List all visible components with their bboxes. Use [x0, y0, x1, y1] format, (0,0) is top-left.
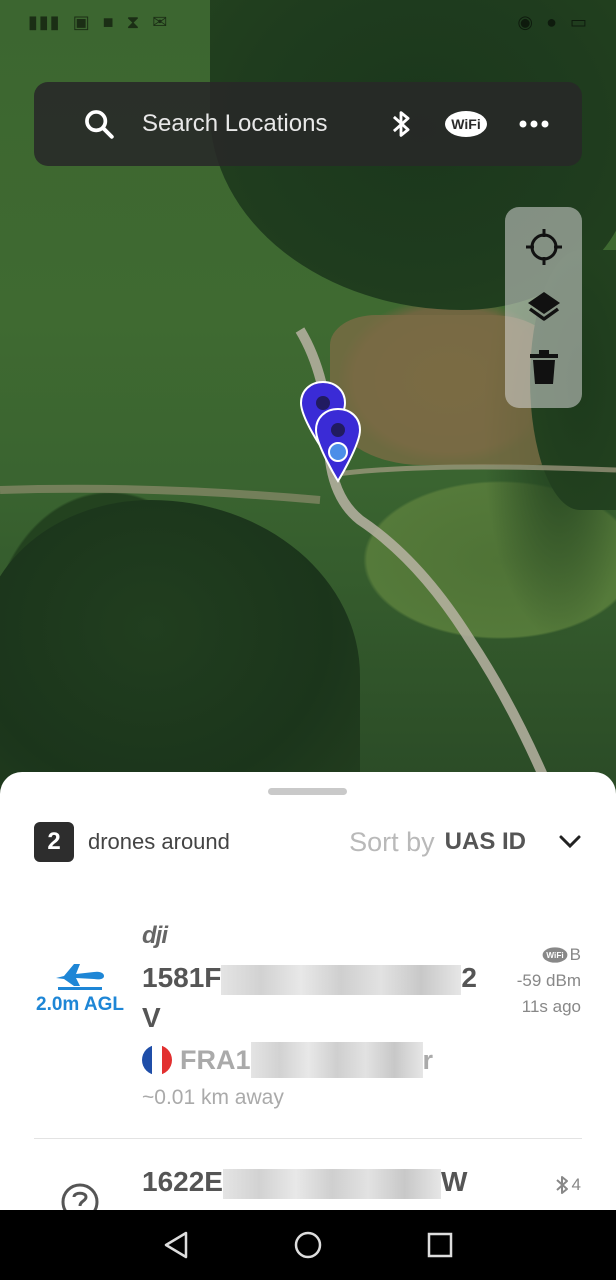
- svg-text:WiFi: WiFi: [451, 116, 480, 132]
- app-icon: ▣: [72, 11, 91, 32]
- battery-icon: ▭: [569, 11, 588, 32]
- brand-logo: dji: [142, 922, 168, 949]
- operator-id: FRA1 r: [142, 1042, 433, 1078]
- drone-count-label: drones around: [88, 829, 230, 854]
- distance-text: ~0.01 km away: [142, 1086, 284, 1109]
- svg-text:WiFi: WiFi: [546, 951, 563, 960]
- redacted-text: [221, 964, 462, 995]
- uas-id: 1581F 2 V: [142, 962, 477, 1033]
- airplane-icon: [56, 964, 104, 990]
- search-bar[interactable]: Search Locations WiFi: [34, 82, 582, 166]
- location-icon: ●: [546, 11, 558, 32]
- system-icons: ◉ ● ▭: [517, 12, 588, 33]
- user-location-dot: [328, 442, 348, 462]
- last-seen: 11s ago: [521, 997, 581, 1016]
- flight-status: 2.0m AGL: [30, 960, 130, 1016]
- hourglass-icon: ⧗: [126, 11, 141, 32]
- notification-icons: ▮▮▮ ▣ ■ ⧗ ✉: [28, 12, 168, 33]
- france-flag-icon: [142, 1045, 172, 1075]
- flight-status: [30, 1182, 130, 1212]
- bluetooth-icon: [555, 1176, 568, 1194]
- wifi-icon: WiFi: [542, 947, 568, 963]
- drone-list-item[interactable]: dji 2.0m AGL 1581F 2 V FRA1 r ~0.01 km aw…: [0, 922, 616, 1137]
- rssi-value: -59 dBm: [516, 971, 581, 990]
- wifi-icon[interactable]: WiFi: [444, 109, 488, 139]
- signal-info: 4: [554, 1172, 581, 1198]
- recents-icon[interactable]: [420, 1225, 460, 1265]
- trash-icon[interactable]: [522, 346, 566, 390]
- drone-list-item[interactable]: 1622E W 4: [0, 1160, 616, 1212]
- navigation-bar: [0, 1210, 616, 1280]
- uas-id: 1622E W: [142, 1166, 468, 1199]
- search-icon[interactable]: [82, 107, 116, 141]
- sort-value[interactable]: UAS ID: [445, 828, 526, 856]
- status-bar: ▮▮▮ ▣ ■ ⧗ ✉ ◉ ● ▭: [0, 0, 616, 44]
- redacted-text: [250, 1042, 423, 1078]
- signal-icon: ▮▮▮: [28, 11, 61, 32]
- mail-icon: ✉: [152, 11, 169, 32]
- home-icon[interactable]: [288, 1225, 328, 1265]
- map-controls: [505, 207, 582, 408]
- question-icon: [61, 1183, 99, 1212]
- drone-list-sheet[interactable]: 2 drones around Sort by UAS ID dji 2.0m …: [0, 772, 616, 1212]
- list-header: 2 drones around Sort by UAS ID: [34, 822, 582, 862]
- drone-count-badge: 2: [34, 822, 74, 862]
- redacted-text: [222, 1168, 441, 1199]
- locate-me-icon[interactable]: [522, 225, 566, 269]
- alarm-icon: ◉: [517, 11, 535, 32]
- search-input[interactable]: Search Locations: [142, 110, 358, 138]
- sort-label[interactable]: Sort by: [349, 827, 435, 858]
- signal-info: WiFi B -59 dBm 11s ago: [517, 942, 581, 1020]
- video-icon: ■: [102, 11, 115, 32]
- back-icon[interactable]: [156, 1225, 196, 1265]
- layers-icon[interactable]: [522, 285, 566, 329]
- sheet-drag-handle[interactable]: [268, 788, 347, 795]
- divider: [34, 1138, 582, 1139]
- altitude-agl: 2.0m AGL: [36, 994, 124, 1015]
- bluetooth-icon[interactable]: [388, 107, 414, 141]
- chevron-down-icon[interactable]: [558, 830, 582, 854]
- more-options-icon[interactable]: [518, 119, 550, 129]
